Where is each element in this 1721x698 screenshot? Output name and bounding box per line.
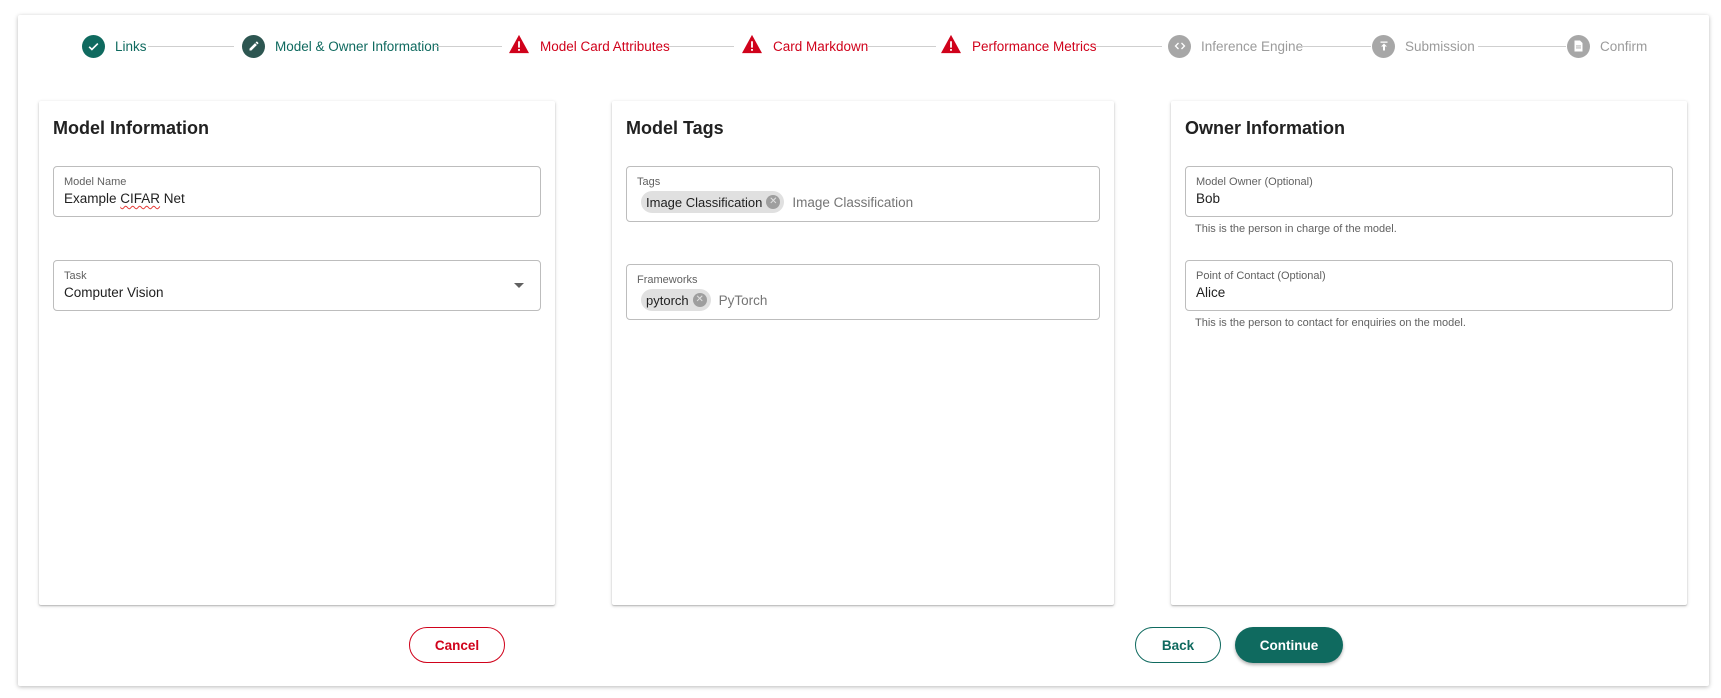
field-label: Point of Contact (Optional) (1196, 270, 1326, 282)
step-label: Confirm (1600, 38, 1648, 54)
helper-text: This is the person to contact for enquir… (1195, 317, 1466, 329)
warning-icon (508, 34, 530, 59)
framework-chip: pytorch ✕ (641, 289, 711, 311)
document-icon (1567, 34, 1590, 58)
field-label: Frameworks (637, 274, 698, 286)
model-tags-card: Model Tags Tags Image Classification ✕ Im… (612, 101, 1114, 605)
field-label: Model Name (64, 176, 127, 188)
field-value: Alice (1196, 285, 1226, 300)
step-label: Model & Owner Information (275, 38, 440, 54)
step-label: Performance Metrics (972, 38, 1097, 54)
task-select[interactable]: Task Computer Vision (53, 260, 541, 311)
code-icon (1168, 34, 1191, 58)
owner-information-card: Owner Information Model Owner (Optional)… (1171, 101, 1687, 605)
step-connector (867, 46, 936, 47)
field-label: Tags (637, 176, 661, 188)
step-label: Submission (1405, 38, 1475, 54)
continue-button[interactable]: Continue (1235, 627, 1343, 663)
step-connector (1301, 46, 1371, 47)
step-submission[interactable]: Submission (1372, 32, 1475, 60)
pencil-icon (242, 34, 265, 58)
helper-text: This is the person in charge of the mode… (1195, 223, 1397, 235)
step-connector (1478, 46, 1566, 47)
back-button[interactable]: Back (1135, 627, 1221, 663)
card-title: Model Information (53, 118, 209, 138)
card-title: Model Tags (626, 118, 724, 138)
remove-chip-icon[interactable]: ✕ (692, 293, 707, 307)
step-model-owner-information[interactable]: Model & Owner Information (242, 32, 439, 60)
step-links[interactable]: Links (82, 32, 147, 60)
step-confirm[interactable]: Confirm (1567, 32, 1647, 60)
step-inference-engine[interactable]: Inference Engine (1168, 32, 1303, 60)
step-connector (435, 46, 502, 47)
tags-input[interactable]: Image Classification (792, 195, 913, 210)
field-value: Example CIFAR Net (64, 191, 185, 206)
model-information-card: Model Information Model Name Example CIF… (39, 101, 555, 605)
tag-chip: Image Classification ✕ (641, 191, 785, 213)
step-connector (1095, 46, 1162, 47)
dropdown-arrow-icon[interactable] (514, 283, 524, 288)
step-label: Card Markdown (773, 38, 869, 54)
model-owner-field[interactable]: Model Owner (Optional) Bob (1185, 166, 1673, 217)
field-value: Computer Vision (64, 285, 164, 300)
frameworks-field[interactable]: Frameworks pytorch ✕ PyTorch (626, 264, 1100, 320)
step-label: Inference Engine (1201, 38, 1304, 54)
frameworks-input[interactable]: PyTorch (719, 293, 768, 308)
check-icon (82, 34, 105, 58)
misspelled-word: CIFAR (120, 191, 161, 206)
card-title: Owner Information (1185, 118, 1346, 138)
step-connector (148, 46, 234, 47)
point-of-contact-field[interactable]: Point of Contact (Optional) Alice (1185, 260, 1673, 311)
step-label: Model Card Attributes (540, 38, 670, 54)
step-label: Links (115, 38, 147, 54)
step-model-card-attributes[interactable]: Model Card Attributes (508, 32, 670, 60)
warning-icon (741, 34, 763, 59)
cancel-button[interactable]: Cancel (409, 627, 505, 663)
field-label: Model Owner (Optional) (1196, 176, 1313, 188)
tags-field[interactable]: Tags Image Classification ✕ Image Classif… (626, 166, 1100, 222)
field-label: Task (64, 270, 87, 282)
warning-icon (940, 34, 962, 59)
field-value: Bob (1196, 191, 1221, 206)
remove-chip-icon[interactable]: ✕ (766, 195, 781, 209)
step-performance-metrics[interactable]: Performance Metrics (940, 32, 1097, 60)
step-connector (668, 46, 734, 47)
model-name-field[interactable]: Model Name Example CIFAR Net (53, 166, 541, 217)
step-card-markdown[interactable]: Card Markdown (741, 32, 868, 60)
upload-icon (1372, 34, 1395, 58)
